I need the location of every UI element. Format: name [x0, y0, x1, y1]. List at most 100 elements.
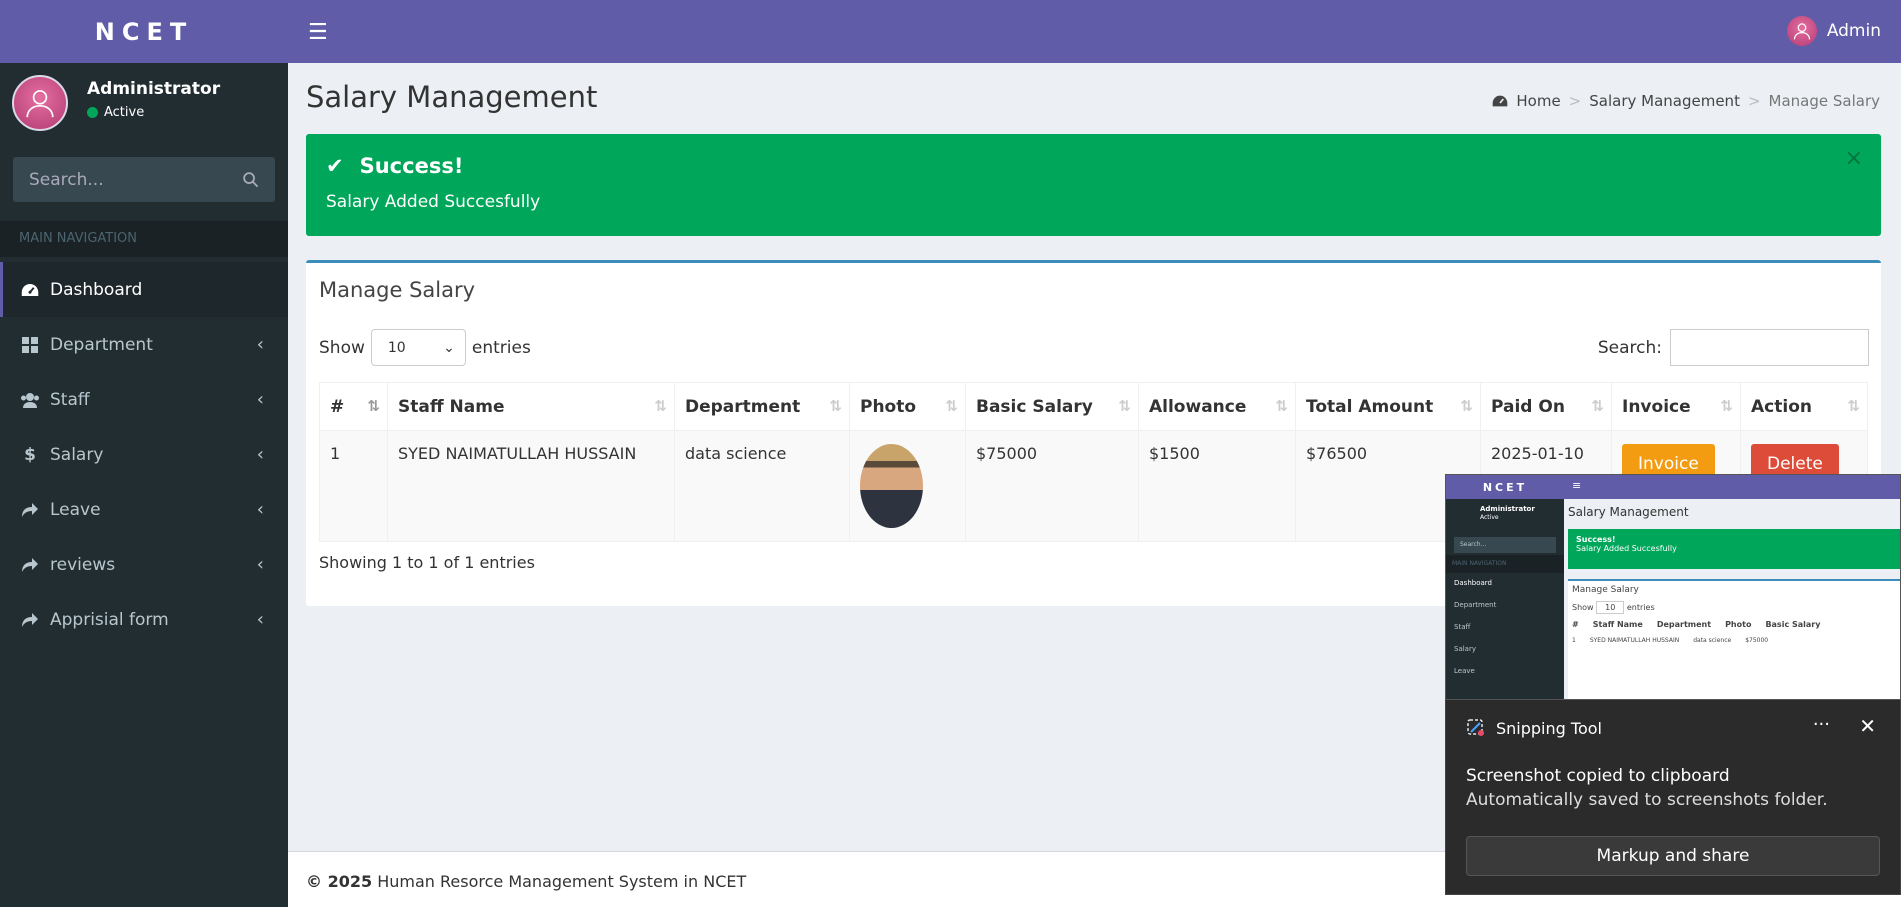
show-label: Show [319, 337, 365, 358]
sidebar-item-label: Staff [50, 389, 90, 410]
sort-icon: ⇅ [1460, 397, 1472, 415]
table-info: Showing 1 to 1 of 1 entries [319, 553, 535, 572]
preview-box: Manage Salary Show 10 entries # Staff Nam… [1568, 579, 1900, 699]
sort-icon: ⇅ [1275, 397, 1287, 415]
cell-photo [849, 430, 966, 542]
chevron-left-icon: ‹ [256, 554, 264, 575]
cell-num: 1 [319, 430, 388, 542]
user-icon [26, 90, 54, 118]
sidebar-item-label: Salary [50, 444, 104, 465]
menu-toggle-icon[interactable]: ☰ [308, 20, 328, 45]
sidebar-item-label: Department [50, 334, 153, 355]
column-header-allowance[interactable]: Allowance ⇅ [1138, 382, 1296, 431]
close-icon[interactable]: ✕ [1859, 714, 1876, 738]
user-panel: Administrator Active [0, 63, 288, 139]
chevron-left-icon: ‹ [256, 499, 264, 520]
logo[interactable]: NCET [0, 0, 288, 63]
column-header-photo[interactable]: Photo ⇅ [849, 382, 966, 431]
cell-staff-name: SYED NAIMATULLAH HUSSAIN [387, 430, 675, 542]
toast-title: Screenshot copied to clipboard [1466, 766, 1730, 786]
success-alert: ✔ Success! Salary Added Succesfully × [306, 134, 1881, 236]
footer-year: © 2025 [306, 872, 373, 891]
sidebar-item-department[interactable]: Department ‹ [0, 317, 288, 372]
search-icon[interactable] [242, 171, 259, 188]
status-label: Active [104, 105, 145, 120]
preview-nav-item: Department [1454, 601, 1497, 609]
sidebar-item-reviews[interactable]: reviews ‹ [0, 537, 288, 592]
breadcrumb-separator: > [1568, 92, 1582, 110]
cell-basic-salary: $75000 [965, 430, 1139, 542]
column-header-action[interactable]: Action ⇅ [1740, 382, 1868, 431]
chevron-left-icon: ‹ [256, 609, 264, 630]
preview-search: Search... [1454, 537, 1556, 553]
sidebar-item-label: Apprisial form [50, 609, 169, 630]
breadcrumb-salary-management[interactable]: Salary Management [1589, 92, 1740, 110]
column-header-paid-on[interactable]: Paid On ⇅ [1480, 382, 1612, 431]
cell-allowance: $1500 [1138, 430, 1296, 542]
box-title: Manage Salary [319, 278, 476, 302]
users-icon [20, 392, 40, 408]
main-nav: Dashboard Department ‹ Staff ‹ $ Salary … [0, 262, 288, 647]
sort-icon: ⇅ [945, 397, 957, 415]
more-options-icon[interactable]: ··· [1813, 714, 1830, 735]
column-header-total-amount[interactable]: Total Amount ⇅ [1295, 382, 1481, 431]
user-status[interactable]: Active [87, 105, 144, 120]
share-icon [20, 502, 40, 518]
close-icon[interactable]: × [1845, 146, 1863, 171]
sort-icon: ⇅ [1591, 397, 1603, 415]
toast-body: Automatically saved to screenshots folde… [1466, 790, 1828, 810]
column-header-invoice[interactable]: Invoice ⇅ [1611, 382, 1741, 431]
preview-topbar: ≡ [1564, 475, 1900, 499]
column-header-staff-name[interactable]: Staff Name ⇅ [387, 382, 675, 431]
status-dot-icon [87, 107, 98, 118]
breadcrumb-home[interactable]: Home [1516, 92, 1560, 110]
share-icon [20, 612, 40, 628]
sort-icon: ⇅ [367, 397, 379, 415]
table-search-input[interactable] [1670, 329, 1869, 366]
preview-alert: Success! Salary Added Succesfully [1568, 529, 1900, 569]
chevron-left-icon: ‹ [256, 444, 264, 465]
table-header-row: # ⇅ Staff Name ⇅ Department ⇅ Photo ⇅ Basic … [319, 382, 1868, 431]
column-header-basic-salary[interactable]: Basic Salary ⇅ [965, 382, 1139, 431]
breadcrumb-separator: > [1747, 92, 1761, 110]
column-header-num[interactable]: # ⇅ [319, 382, 388, 431]
breadcrumb: Home > Salary Management > Manage Salary [1492, 92, 1880, 110]
preview-nav-header: MAIN NAVIGATION [1446, 555, 1564, 573]
sort-icon: ⇅ [1847, 397, 1859, 415]
preview-main: Salary Management Success! Salary Added S… [1564, 499, 1900, 699]
preview-nav-item: Salary [1454, 645, 1476, 653]
sidebar-item-apprisial-form[interactable]: Apprisial form ‹ [0, 592, 288, 647]
alert-heading: ✔ Success! [326, 154, 463, 178]
search-input[interactable] [29, 169, 219, 190]
screenshot-preview[interactable]: NCET ≡ Administrator Active Search... MAI… [1445, 474, 1901, 700]
page-title: Salary Management [306, 80, 598, 114]
sidebar-item-label: Dashboard [50, 279, 143, 300]
sidebar-item-leave[interactable]: Leave ‹ [0, 482, 288, 537]
nav-header: MAIN NAVIGATION [0, 221, 288, 257]
sidebar-item-staff[interactable]: Staff ‹ [0, 372, 288, 427]
column-header-department[interactable]: Department ⇅ [674, 382, 850, 431]
table-search: Search: [1598, 329, 1869, 366]
toast-app: Snipping Tool [1466, 718, 1602, 738]
entries-select[interactable]: 10 ⌄ [370, 329, 466, 366]
markup-and-share-button[interactable]: Markup and share [1466, 836, 1880, 876]
entries-label: entries [471, 337, 531, 358]
preview-logo: NCET [1446, 475, 1564, 499]
check-icon: ✔ [326, 154, 344, 178]
snipping-tool-icon [1467, 719, 1484, 736]
sidebar-item-salary[interactable]: $ Salary ‹ [0, 427, 288, 482]
length-control: Show 10 ⌄ entries [319, 329, 531, 366]
sidebar: NCET Administrator Active MAIN NAVIGATIO… [0, 0, 288, 907]
grid-icon [20, 336, 40, 353]
cell-department: data science [674, 430, 850, 542]
user-menu[interactable]: Admin [1786, 16, 1881, 46]
avatar [12, 75, 68, 131]
footer-text: Human Resorce Management System in NCET [377, 872, 747, 891]
chevron-left-icon: ‹ [256, 334, 264, 355]
dashboard-icon [1493, 95, 1508, 107]
preview-sidebar: Administrator Active Search... MAIN NAVIG… [1446, 499, 1564, 699]
preview-user: Administrator Active [1480, 505, 1535, 521]
entries-value: 10 [387, 339, 406, 356]
sidebar-item-dashboard[interactable]: Dashboard [0, 262, 288, 317]
sidebar-item-label: Leave [50, 499, 101, 520]
